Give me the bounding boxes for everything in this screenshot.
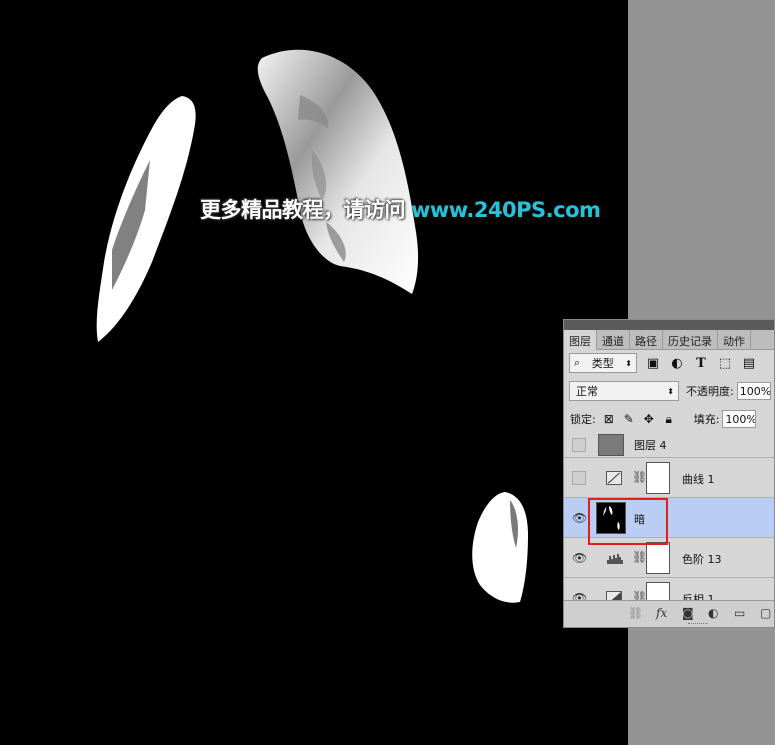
resize-grip[interactable] [688,623,708,625]
filter-row: ⌕ 类型 ⬍ ▣ ◐ T ⬚ ▤ [564,352,774,374]
updown-icon: ⬍ [667,386,674,396]
new-layer-icon[interactable]: ▢ [760,606,771,620]
link-icon[interactable]: ⛓ [632,590,647,600]
mask-icon[interactable]: ◙ [682,606,694,620]
layer-name: 反相 1 [682,593,715,600]
opacity-label: 不透明度: [686,385,734,398]
link-icon[interactable]: ⛓ [632,550,647,564]
tab-paths[interactable]: 路径 [630,330,663,350]
annotation-highlight-box [588,498,668,545]
blend-mode-select[interactable]: 正常 ⬍ [569,381,679,401]
tab-channels[interactable]: 通道 [597,330,630,350]
eye-icon[interactable]: 👁︎ [572,551,587,565]
link-icon[interactable]: ⛓ [628,606,643,620]
lock-row: 锁定: ⊠ ✎ ✥ 🔒︎ 填充: 100% [564,408,774,430]
lock-label: 锁定: [570,413,596,426]
smart-object-icon[interactable]: ▤ [741,355,757,371]
layer-thumbnail [598,434,624,456]
visibility-toggle[interactable] [572,438,586,452]
shape-icon[interactable]: ⬚ [717,355,733,371]
visibility-toggle[interactable] [572,471,586,485]
fill-input[interactable]: 100% [722,410,757,428]
watermark-text: 更多精品教程，请访问 [200,198,406,222]
layer-filter-select[interactable]: ⌕ 类型 ⬍ [569,353,637,373]
layer-name: 曲线 1 [682,473,715,486]
adjustment-icon[interactable]: ◐ [669,355,685,371]
layers-panel: 图层 通道 路径 历史记录 动作 ⌕ 类型 ⬍ ▣ ◐ T ⬚ ▤ 正常 ⬍ 不… [563,319,775,628]
group-folder-icon[interactable]: ▭ [734,606,745,620]
layer-name: 图层 4 [634,439,667,452]
canvas-image [96,49,528,603]
search-icon: ⌕ [574,356,581,369]
eye-icon[interactable]: 👁︎ [572,511,587,525]
layer-row[interactable]: 图层 4 [564,432,774,458]
blend-mode-value: 正常 [576,385,598,398]
panel-tabs: 图层 通道 路径 历史记录 动作 [564,330,774,350]
fill-label: 填充: [693,413,720,426]
levels-icon [606,551,623,565]
filter-type-label: 类型 [591,357,614,370]
layer-name: 色阶 13 [682,553,722,566]
layer-row[interactable]: ⛓ 曲线 1 [564,458,774,498]
panel-bottom-bar: ⛓ fx ◙ ◐ ▭ ▢ [564,600,774,627]
layer-row[interactable]: 👁︎ ⛓ 反相 1 [564,578,774,600]
layer-mask-thumbnail[interactable] [646,582,670,600]
tab-layers[interactable]: 图层 [564,330,597,350]
layer-mask-thumbnail[interactable] [646,542,670,574]
type-icon[interactable]: T [693,355,709,371]
updown-icon: ⬍ [625,358,632,368]
lock-transparent-icon[interactable]: ⊠ [602,412,616,426]
adjustment-layer-icon[interactable]: ◐ [708,606,718,620]
eye-icon[interactable]: 👁︎ [572,591,587,600]
link-icon[interactable]: ⛓ [632,470,647,484]
watermark-url: www.240PS.com [411,198,601,222]
layer-mask-thumbnail[interactable] [646,462,670,494]
image-icon[interactable]: ▣ [645,355,661,371]
curves-icon [606,471,622,485]
tab-actions[interactable]: 动作 [718,330,751,350]
opacity-input[interactable]: 100% [736,382,771,400]
watermark: 更多精品教程，请访问 www.240PS.com [200,194,601,224]
document-canvas[interactable] [0,0,628,745]
lock-move-icon[interactable]: ✥ [642,412,656,426]
fx-icon[interactable]: fx [656,606,667,620]
tab-history[interactable]: 历史记录 [663,330,718,350]
panel-title-bar[interactable] [564,320,774,330]
blend-row: 正常 ⬍ 不透明度: 100% [564,380,774,402]
invert-icon [606,591,622,600]
lock-all-icon[interactable]: 🔒︎ [662,412,676,426]
lock-brush-icon[interactable]: ✎ [622,412,636,426]
